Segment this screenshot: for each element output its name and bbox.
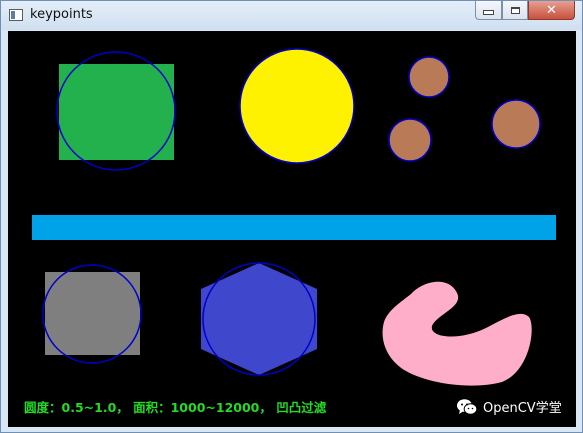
watermark-text: OpenCV学堂	[483, 401, 562, 416]
window-title: keypoints	[30, 7, 93, 22]
image-canvas: 圆度：0.5~1.0， 面积：1000~12000， 凹凸过滤 OpenCV学堂	[8, 31, 576, 427]
minimize-icon	[483, 10, 494, 15]
gray-square-shape	[45, 272, 140, 355]
pink-blob-shape	[382, 281, 532, 386]
maximize-icon	[510, 6, 520, 14]
minimize-button[interactable]	[475, 1, 502, 20]
green-square-shape	[59, 64, 174, 160]
watermark: OpenCV学堂	[456, 397, 562, 416]
blue-bar-shape	[32, 215, 556, 240]
window-app-icon[interactable]	[9, 9, 23, 21]
maximize-button[interactable]	[502, 1, 528, 20]
close-icon: ✕	[546, 2, 557, 18]
title-bar[interactable]: keypoints ✕	[1, 1, 582, 30]
wechat-icon	[457, 398, 478, 415]
shapes-drawing	[32, 48, 556, 386]
app-window: keypoints ✕ 圆度：0.5~1.0， 面积：1000~12000， 凹…	[0, 0, 583, 433]
close-button[interactable]: ✕	[528, 1, 575, 20]
filter-caption: 圆度：0.5~1.0， 面积：1000~12000， 凹凸过滤	[24, 400, 327, 415]
